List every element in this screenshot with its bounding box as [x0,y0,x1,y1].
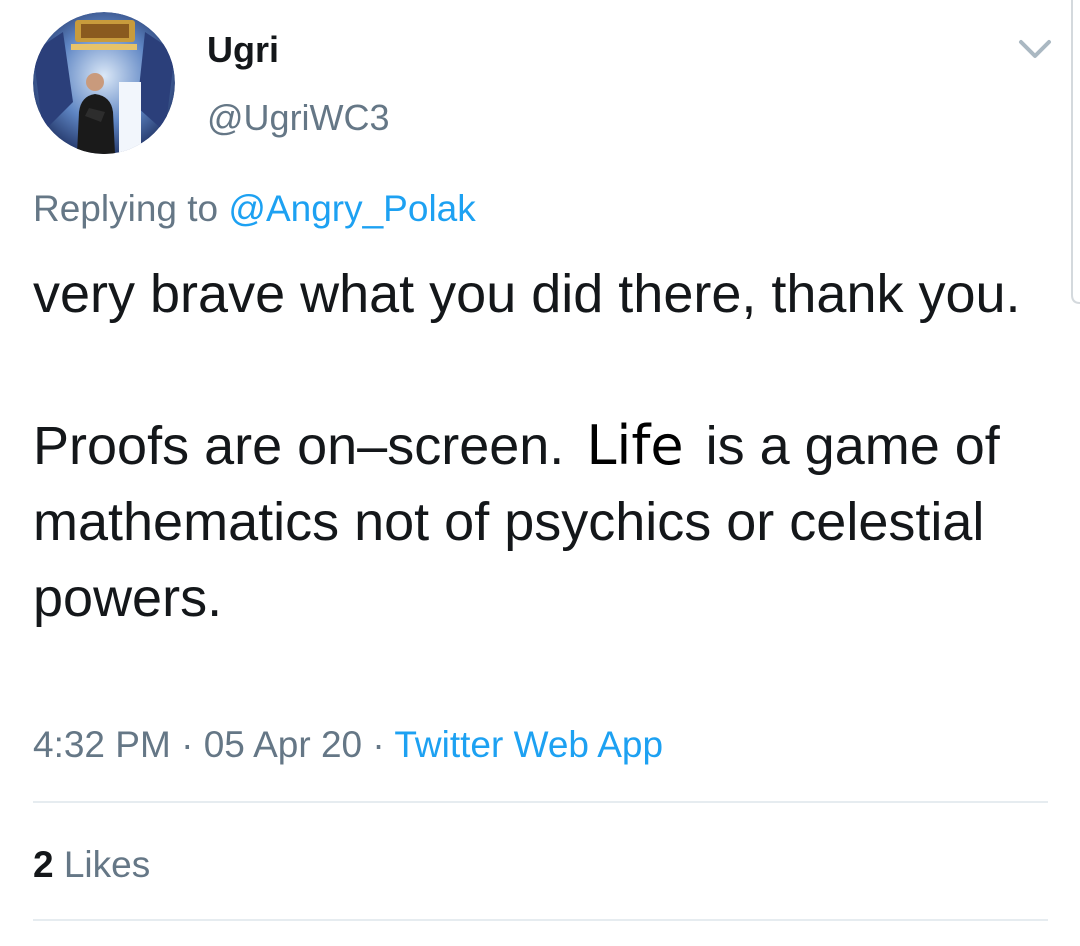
avatar[interactable] [33,12,175,154]
likes-label: Likes [63,844,151,885]
avatar-image [33,12,175,154]
author-handle[interactable]: @UgriWC3 [207,96,390,140]
tweet-text: very brave what you did there, thank you… [33,256,1053,636]
chevron-down-icon[interactable] [1016,36,1054,62]
inserted-word: Life [586,414,684,477]
meta-separator: · [181,724,194,765]
replying-to-label: Replying to [33,188,219,229]
replying-to: Replying to @Angry_Polak [33,184,476,234]
scroll-edge [1071,0,1080,304]
tweet-time[interactable]: 4:32 PM [33,724,171,765]
likes-count: 2 [33,844,54,885]
tweet-source-link[interactable]: Twitter Web App [394,724,663,765]
tweet-meta: 4:32 PM · 05 Apr 20 · Twitter Web App [33,720,663,770]
tweet-text-line: very brave what you did there, thank you… [33,264,1021,324]
author-display-name[interactable]: Ugri [207,28,279,72]
tweet-date[interactable]: 05 Apr 20 [204,724,362,765]
meta-separator: · [372,724,385,765]
tweet-text-line: Proofs are on–screen. Life is a game of ma… [33,408,1053,636]
tweet-detail: Ugri @UgriWC3 Replying to @Angry_Polak v… [0,0,1080,946]
likes-stat[interactable]: 2 Likes [33,840,150,890]
tweet-text-segment: Proofs are on–screen. [33,416,565,476]
reply-mention-link[interactable]: @Angry_Polak [228,188,475,229]
divider [33,919,1048,921]
divider [33,801,1048,803]
